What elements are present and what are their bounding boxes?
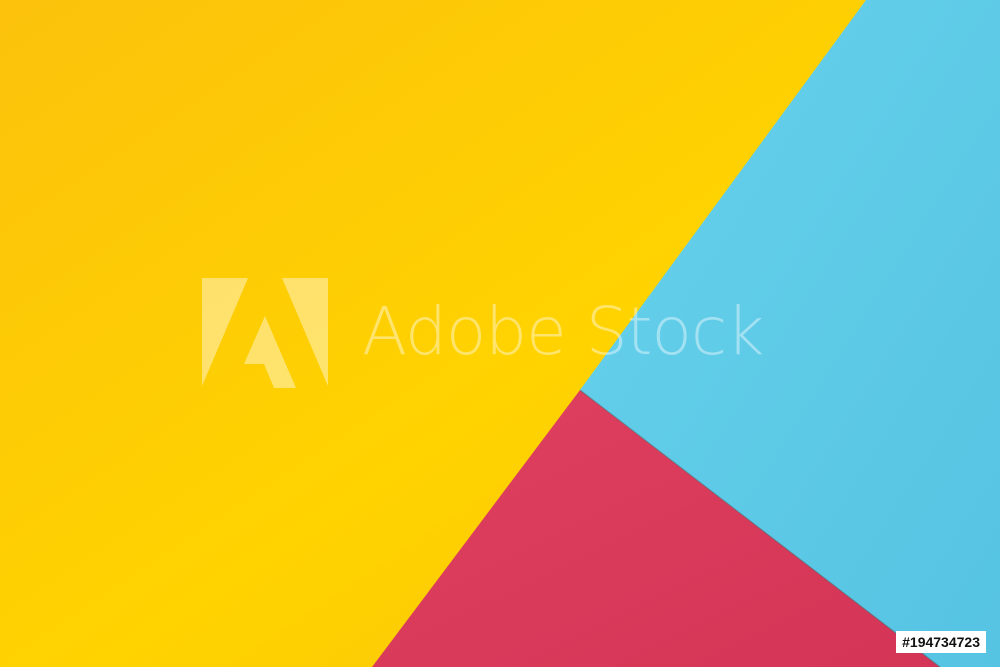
stock-photo: Adobe Stock #194734723 [0,0,1000,667]
adobe-a-logo-icon [202,278,328,388]
stock-id-label: #194734723 [896,631,986,653]
adobe-stock-watermark: Adobe Stock [200,278,810,390]
watermark-text: Adobe Stock [362,293,764,370]
